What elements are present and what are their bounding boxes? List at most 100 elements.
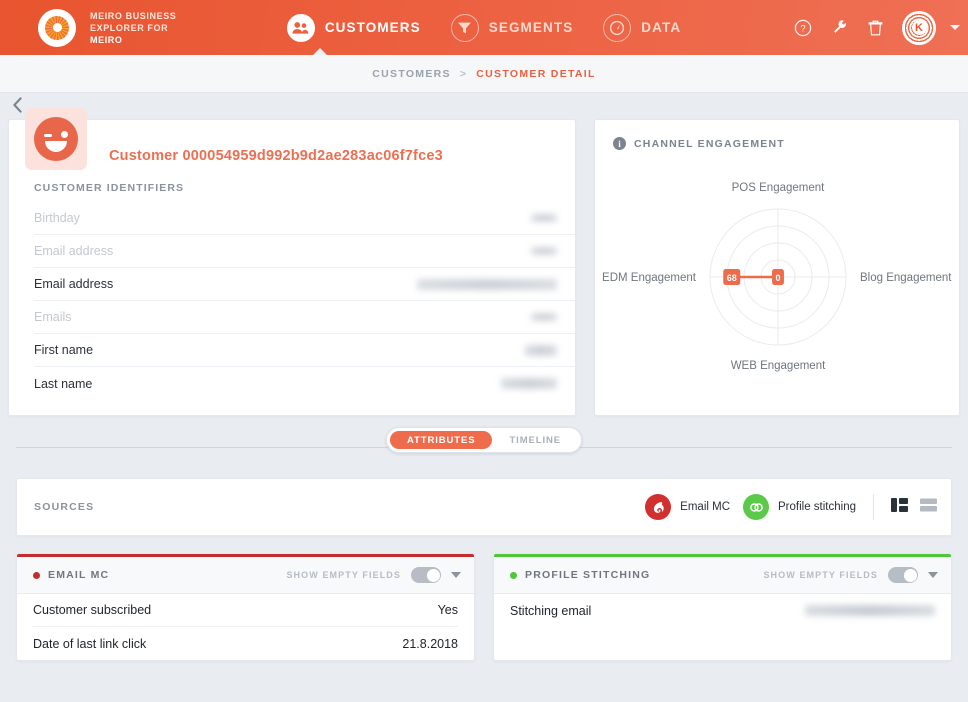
- panel-header: EMAIL MC SHOW EMPTY FIELDS: [17, 557, 474, 594]
- customer-identifiers-card: Customer 000054959d992b9d2ae283ac06f7fce…: [8, 108, 576, 416]
- meiro-spiral-logo-icon: [38, 8, 76, 47]
- identifier-value-redacted: [501, 378, 557, 389]
- table-row[interactable]: First name: [34, 334, 575, 367]
- identifier-key: Email address: [34, 244, 114, 258]
- list-item[interactable]: Stitching email: [510, 594, 935, 627]
- panel-title: EMAIL MC: [48, 569, 110, 581]
- customers-icon: [286, 13, 315, 42]
- help-circle-icon[interactable]: ?: [792, 17, 814, 39]
- channel-engagement-card: i CHANNEL ENGAGEMENT 00068POS Engagement…: [594, 119, 960, 416]
- identifier-key: Emails: [34, 310, 72, 324]
- identifier-value-redacted: [417, 278, 557, 290]
- source-chip-email-mc[interactable]: Email MC: [645, 494, 730, 520]
- breadcrumb-separator: >: [459, 67, 468, 80]
- identifier-key: Email address: [34, 277, 114, 291]
- page-title: Customer 000054959d992b9d2ae283ac06f7fce…: [109, 148, 443, 164]
- panel-rows: Customer subscribed Yes Date of last lin…: [17, 594, 474, 660]
- attribute-value-redacted: [805, 605, 935, 616]
- svg-text:?: ?: [800, 23, 805, 34]
- chevron-left-icon[interactable]: [12, 96, 23, 116]
- identifier-value-redacted: [531, 313, 557, 321]
- identifier-list: Birthday Email address Email address Ema…: [34, 202, 575, 400]
- table-row[interactable]: Last name: [34, 367, 575, 400]
- attribute-value: 21.8.2018: [402, 636, 458, 651]
- sources-controls: Email MC Profile stitching: [645, 494, 937, 520]
- list-item[interactable]: Customer subscribed Yes: [33, 594, 458, 627]
- breadcrumb: CUSTOMERS > CUSTOMER DETAIL: [0, 55, 968, 93]
- identifier-value-redacted: [525, 344, 557, 356]
- show-empty-fields-label: SHOW EMPTY FIELDS: [763, 570, 878, 580]
- list-view-icon[interactable]: [920, 498, 937, 517]
- breadcrumb-current: CUSTOMER DETAIL: [476, 67, 596, 80]
- divider: [873, 494, 874, 520]
- identifier-key: Last name: [34, 376, 93, 391]
- attribute-key: Stitching email: [510, 603, 592, 618]
- table-row[interactable]: Email address: [34, 268, 575, 301]
- gauge-icon: [603, 13, 632, 42]
- show-empty-fields-label: SHOW EMPTY FIELDS: [286, 570, 401, 580]
- breadcrumb-customers[interactable]: CUSTOMERS: [372, 68, 451, 80]
- source-chip-label: Profile stitching: [778, 501, 856, 513]
- table-row[interactable]: Email address: [34, 235, 575, 268]
- attributes-timeline-tabs: ATTRIBUTES TIMELINE: [385, 427, 583, 453]
- tab-attributes[interactable]: ATTRIBUTES: [389, 431, 493, 449]
- nav-item-customers-label: CUSTOMERS: [324, 20, 421, 35]
- nav-item-customers[interactable]: CUSTOMERS: [286, 13, 421, 42]
- user-initial: K: [911, 20, 927, 35]
- svg-text:EDM Engagement: EDM Engagement: [602, 272, 697, 284]
- table-row[interactable]: Birthday: [34, 202, 575, 235]
- mailchimp-icon: [645, 494, 672, 520]
- panel-rows: Stitching email: [494, 594, 951, 627]
- user-avatar[interactable]: K: [902, 10, 936, 45]
- identifier-key: Birthday: [34, 211, 80, 225]
- brand-block[interactable]: MEIRO BUSINESS EXPLORER FOR MEIRO: [0, 8, 176, 47]
- list-item[interactable]: Date of last link click 21.8.2018: [33, 627, 458, 660]
- svg-text:Blog Engagement: Blog Engagement: [860, 272, 952, 284]
- nav-item-data[interactable]: DATA: [603, 13, 682, 42]
- customer-identifiers-label: CUSTOMER IDENTIFIERS: [34, 182, 185, 194]
- identifier-key: First name: [34, 343, 94, 357]
- source-panels: EMAIL MC SHOW EMPTY FIELDS Customer subs…: [16, 553, 952, 661]
- back-row: [8, 93, 960, 119]
- channel-engagement-title: CHANNEL ENGAGEMENT: [634, 137, 785, 150]
- funnel-icon: [450, 13, 479, 42]
- show-empty-fields-toggle[interactable]: [888, 567, 918, 583]
- channel-engagement-header: i CHANNEL ENGAGEMENT: [613, 137, 785, 150]
- table-row[interactable]: Emails: [34, 301, 575, 334]
- nav-item-data-label: DATA: [641, 20, 682, 35]
- chevron-down-icon[interactable]: [928, 572, 938, 578]
- attribute-key: Customer subscribed: [33, 603, 152, 617]
- status-dot: [33, 571, 40, 579]
- brand-line-3: MEIRO: [90, 34, 123, 45]
- chevron-down-icon[interactable]: [451, 572, 461, 578]
- brand-title: MEIRO BUSINESS EXPLORER FOR MEIRO: [90, 10, 176, 46]
- nav-actions: ? K: [792, 0, 960, 55]
- page-body: Customer 000054959d992b9d2ae283ac06f7fce…: [0, 93, 968, 661]
- svg-text:0: 0: [775, 273, 780, 283]
- identifier-value-redacted: [531, 247, 557, 255]
- sources-label: SOURCES: [34, 501, 95, 513]
- winking-smiley-avatar: [25, 108, 87, 170]
- top-navigation-bar: MEIRO BUSINESS EXPLORER FOR MEIRO CUSTOM…: [0, 0, 968, 55]
- nav-item-segments[interactable]: SEGMENTS: [450, 13, 574, 42]
- view-toggle-group: [891, 497, 937, 517]
- info-icon[interactable]: i: [613, 137, 626, 150]
- tab-timeline[interactable]: TIMELINE: [492, 431, 578, 449]
- show-empty-fields-toggle[interactable]: [411, 567, 441, 583]
- identifier-value-redacted: [531, 214, 557, 222]
- grid-view-icon[interactable]: [891, 497, 908, 517]
- sources-bar: SOURCES Email MC Profile stitching: [16, 478, 952, 536]
- nav-item-segments-label: SEGMENTS: [488, 20, 574, 35]
- wrench-icon[interactable]: [828, 17, 850, 39]
- svg-text:WEB Engagement: WEB Engagement: [731, 360, 826, 372]
- trash-icon[interactable]: [864, 17, 886, 39]
- source-chip-label: Email MC: [680, 501, 731, 513]
- chevron-down-icon[interactable]: [950, 25, 960, 30]
- attribute-value: Yes: [437, 603, 458, 617]
- tab-switcher-zone: ATTRIBUTES TIMELINE: [8, 416, 960, 478]
- panel-email-mc: EMAIL MC SHOW EMPTY FIELDS Customer subs…: [16, 553, 475, 661]
- brand-line-2: EXPLORER FOR: [90, 22, 169, 33]
- panel-title: PROFILE STITCHING: [525, 569, 651, 581]
- source-chip-profile-stitching[interactable]: Profile stitching: [743, 494, 856, 520]
- brand-line-1: MEIRO BUSINESS: [90, 10, 177, 21]
